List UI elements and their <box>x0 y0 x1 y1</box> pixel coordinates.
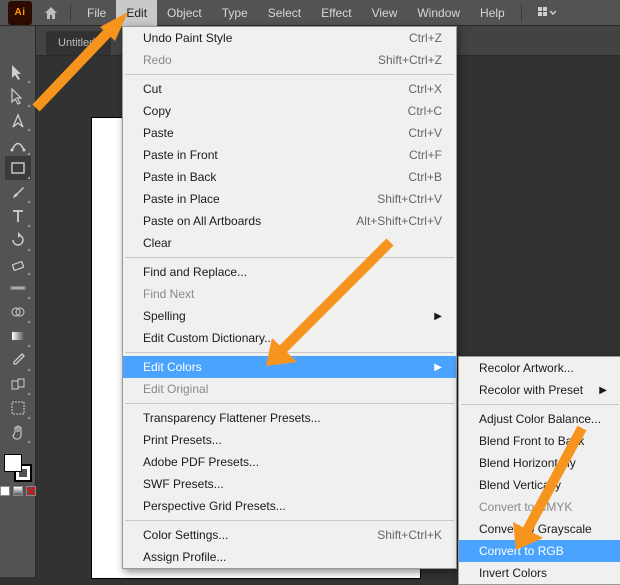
edit-menu-copy[interactable]: CopyCtrl+C <box>123 100 456 122</box>
direct-selection-tool[interactable] <box>5 84 31 108</box>
menu-object[interactable]: Object <box>157 0 212 26</box>
edit-menu-paste[interactable]: PasteCtrl+V <box>123 122 456 144</box>
edit-menu-edit-original: Edit Original <box>123 378 456 400</box>
colors-submenu-convert-to-grayscale[interactable]: Convert to Grayscale <box>459 518 620 540</box>
edit-menu-cut[interactable]: CutCtrl+X <box>123 78 456 100</box>
blend-tool[interactable] <box>5 372 31 396</box>
menu-separator <box>125 520 454 521</box>
colors-submenu-blend-front-to-back[interactable]: Blend Front to Back <box>459 430 620 452</box>
colors-submenu-blend-vertically[interactable]: Blend Vertically <box>459 474 620 496</box>
artboard-tool[interactable] <box>5 396 31 420</box>
topbar-separator <box>521 4 522 22</box>
edit-menu-print-presets[interactable]: Print Presets... <box>123 429 456 451</box>
colors-submenu-recolor-with-preset[interactable]: Recolor with Preset▶ <box>459 379 620 401</box>
document-tab[interactable]: Untitled- <box>46 31 111 55</box>
type-tool[interactable] <box>5 204 31 228</box>
rectangle-tool[interactable] <box>5 156 31 180</box>
edit-menu-transparency-flattener-presets[interactable]: Transparency Flattener Presets... <box>123 407 456 429</box>
hand-tool[interactable] <box>5 420 31 444</box>
menu-edit[interactable]: Edit <box>116 0 157 26</box>
submenu-arrow-icon: ▶ <box>434 362 442 373</box>
rotate-tool[interactable] <box>5 228 31 252</box>
menu-separator <box>125 352 454 353</box>
colors-submenu-convert-to-rgb[interactable]: Convert to RGB <box>459 540 620 562</box>
edit-menu-paste-on-all-artboards[interactable]: Paste on All ArtboardsAlt+Shift+Ctrl+V <box>123 210 456 232</box>
edit-menu-assign-profile[interactable]: Assign Profile... <box>123 546 456 568</box>
fill-stroke-swatches[interactable] <box>4 454 32 482</box>
menu-separator <box>461 404 619 405</box>
edit-menu-clear[interactable]: Clear <box>123 232 456 254</box>
colors-submenu-invert-colors[interactable]: Invert Colors <box>459 562 620 584</box>
colors-submenu-blend-horizontally[interactable]: Blend Horizontally <box>459 452 620 474</box>
curvature-tool[interactable] <box>5 132 31 156</box>
edit-menu-swf-presets[interactable]: SWF Presets... <box>123 473 456 495</box>
edit-menu-adobe-pdf-presets[interactable]: Adobe PDF Presets... <box>123 451 456 473</box>
color-mode-buttons[interactable] <box>0 486 36 496</box>
edit-menu-edit-custom-dictionary[interactable]: Edit Custom Dictionary... <box>123 327 456 349</box>
edit-menu-spelling[interactable]: Spelling▶ <box>123 305 456 327</box>
topbar-separator <box>70 4 71 22</box>
menu-bar: FileEditObjectTypeSelectEffectViewWindow… <box>77 0 515 26</box>
gradient-tool[interactable] <box>5 324 31 348</box>
home-icon[interactable] <box>38 0 64 26</box>
eyedropper-tool[interactable] <box>5 348 31 372</box>
menu-separator <box>125 74 454 75</box>
edit-menu-perspective-grid-presets[interactable]: Perspective Grid Presets... <box>123 495 456 517</box>
colors-submenu-recolor-artwork[interactable]: Recolor Artwork... <box>459 357 620 379</box>
width-tool[interactable] <box>5 276 31 300</box>
edit-menu-dropdown: Undo Paint StyleCtrl+ZRedoShift+Ctrl+Z Cu… <box>122 26 457 569</box>
menu-file[interactable]: File <box>77 0 116 26</box>
edit-menu-paste-in-front[interactable]: Paste in FrontCtrl+F <box>123 144 456 166</box>
paintbrush-tool[interactable] <box>5 180 31 204</box>
workspace-switcher-icon[interactable] <box>532 0 562 26</box>
tools-panel <box>0 26 36 577</box>
pen-tool[interactable] <box>5 108 31 132</box>
edit-menu-color-settings[interactable]: Color Settings...Shift+Ctrl+K <box>123 524 456 546</box>
menu-separator <box>125 257 454 258</box>
edit-menu-redo: RedoShift+Ctrl+Z <box>123 49 456 71</box>
shape-builder-tool[interactable] <box>5 300 31 324</box>
edit-menu-edit-colors[interactable]: Edit Colors▶ <box>123 356 456 378</box>
edit-menu-find-next: Find Next <box>123 283 456 305</box>
colors-submenu-adjust-color-balance[interactable]: Adjust Color Balance... <box>459 408 620 430</box>
eraser-tool[interactable] <box>5 252 31 276</box>
menu-select[interactable]: Select <box>258 0 311 26</box>
submenu-arrow-icon: ▶ <box>599 385 607 396</box>
illustrator-app-icon: Ai <box>8 1 32 25</box>
menu-effect[interactable]: Effect <box>311 0 361 26</box>
selection-tool[interactable] <box>5 60 31 84</box>
menu-type[interactable]: Type <box>212 0 258 26</box>
edit-menu-undo-paint-style[interactable]: Undo Paint StyleCtrl+Z <box>123 27 456 49</box>
menu-view[interactable]: View <box>362 0 408 26</box>
edit-colors-submenu: Recolor Artwork...Recolor with Preset▶ Ad… <box>458 356 620 585</box>
edit-menu-paste-in-place[interactable]: Paste in PlaceShift+Ctrl+V <box>123 188 456 210</box>
edit-menu-find-and-replace[interactable]: Find and Replace... <box>123 261 456 283</box>
app-topbar: Ai FileEditObjectTypeSelectEffectViewWin… <box>0 0 620 26</box>
menu-separator <box>125 403 454 404</box>
menu-window[interactable]: Window <box>407 0 470 26</box>
edit-menu-paste-in-back[interactable]: Paste in BackCtrl+B <box>123 166 456 188</box>
menu-help[interactable]: Help <box>470 0 515 26</box>
colors-submenu-convert-to-cmyk: Convert to CMYK <box>459 496 620 518</box>
submenu-arrow-icon: ▶ <box>434 311 442 322</box>
